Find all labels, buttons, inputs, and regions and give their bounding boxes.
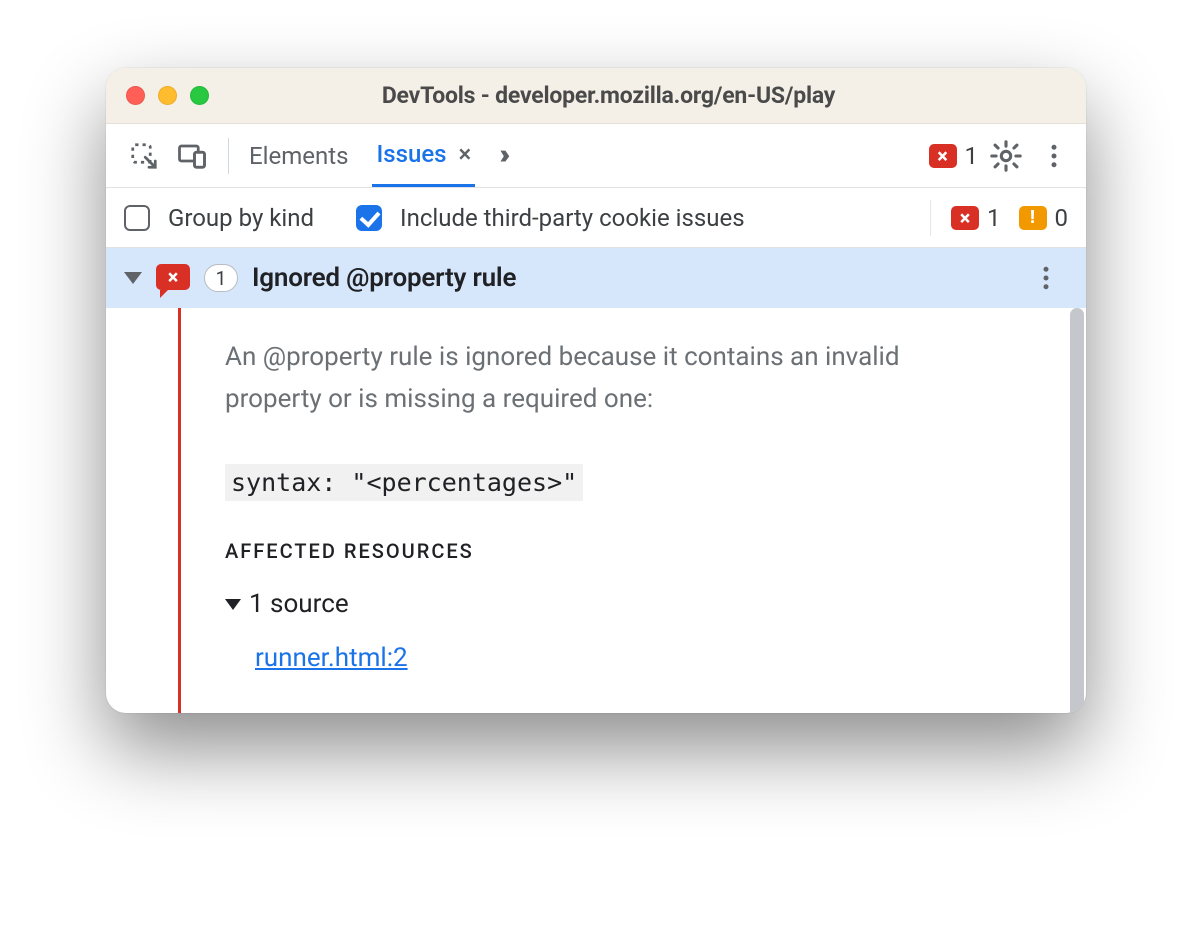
include-third-party-label: Include third-party cookie issues [400, 204, 745, 232]
tab-label: Elements [249, 142, 348, 170]
issues-filter-bar: Group by kind Include third-party cookie… [106, 188, 1086, 248]
traffic-lights [126, 86, 209, 105]
issue-code-snippet: syntax: "<percentages>" [225, 464, 583, 501]
tab-elements[interactable]: Elements [245, 124, 352, 187]
toolbar-error-indicator[interactable]: 1 [929, 142, 979, 170]
error-badge-icon [929, 144, 957, 168]
issue-body: An @property rule is ignored because it … [106, 308, 1086, 713]
filter-error-count: 1 [987, 204, 1001, 232]
filter-warn-indicator[interactable]: 0 [1019, 204, 1069, 232]
settings-button[interactable] [986, 136, 1026, 176]
source-summary-text: 1 source [249, 589, 349, 619]
filter-warn-count: 0 [1055, 204, 1069, 232]
issue-description: An @property rule is ignored because it … [225, 336, 975, 420]
source-link-text[interactable]: runner.html:2 [255, 643, 408, 673]
window-titlebar: DevTools - developer.mozilla.org/en-US/p… [106, 68, 1086, 124]
minimize-window-button[interactable] [158, 86, 177, 105]
affected-resources-heading: AFFECTED RESOURCES [225, 539, 975, 563]
inspect-element-icon[interactable] [124, 136, 164, 176]
divider [930, 200, 931, 236]
issue-row-header[interactable]: × 1 Ignored @property rule [106, 248, 1086, 308]
divider [228, 138, 229, 174]
close-icon[interactable]: × [459, 142, 472, 166]
group-by-kind-checkbox[interactable] [124, 205, 150, 231]
severity-stripe [178, 308, 181, 713]
expand-icon [225, 599, 241, 610]
affected-source-summary[interactable]: 1 source [225, 589, 975, 619]
error-count: 1 [965, 142, 979, 170]
more-tabs-icon[interactable]: ›› [499, 122, 504, 185]
group-by-kind-label: Group by kind [168, 204, 314, 232]
include-third-party-checkbox[interactable] [356, 205, 382, 231]
window-title: DevTools - developer.mozilla.org/en-US/p… [231, 82, 1066, 109]
warn-badge-icon [1019, 206, 1047, 230]
error-speech-icon: × [156, 264, 190, 292]
issue-more-options[interactable] [1026, 258, 1066, 298]
more-options-button[interactable] [1034, 136, 1074, 176]
expand-icon [124, 272, 142, 284]
device-toolbar-icon[interactable] [172, 136, 212, 176]
issue-dup-count: 1 [204, 264, 238, 292]
filter-error-indicator[interactable]: 1 [951, 204, 1001, 232]
tab-label: Issues [376, 140, 446, 168]
tab-issues[interactable]: Issues × [372, 124, 475, 187]
close-window-button[interactable] [126, 86, 145, 105]
main-toolbar: Elements Issues × ›› 1 [106, 124, 1086, 188]
devtools-window: DevTools - developer.mozilla.org/en-US/p… [106, 68, 1086, 713]
affected-source-link[interactable]: runner.html:2 [255, 643, 975, 673]
error-badge-icon [951, 206, 979, 230]
panel-tabs: Elements Issues × ›› [245, 124, 504, 187]
scrollbar-thumb[interactable] [1070, 308, 1084, 713]
issue-title: Ignored @property rule [252, 263, 516, 293]
maximize-window-button[interactable] [190, 86, 209, 105]
